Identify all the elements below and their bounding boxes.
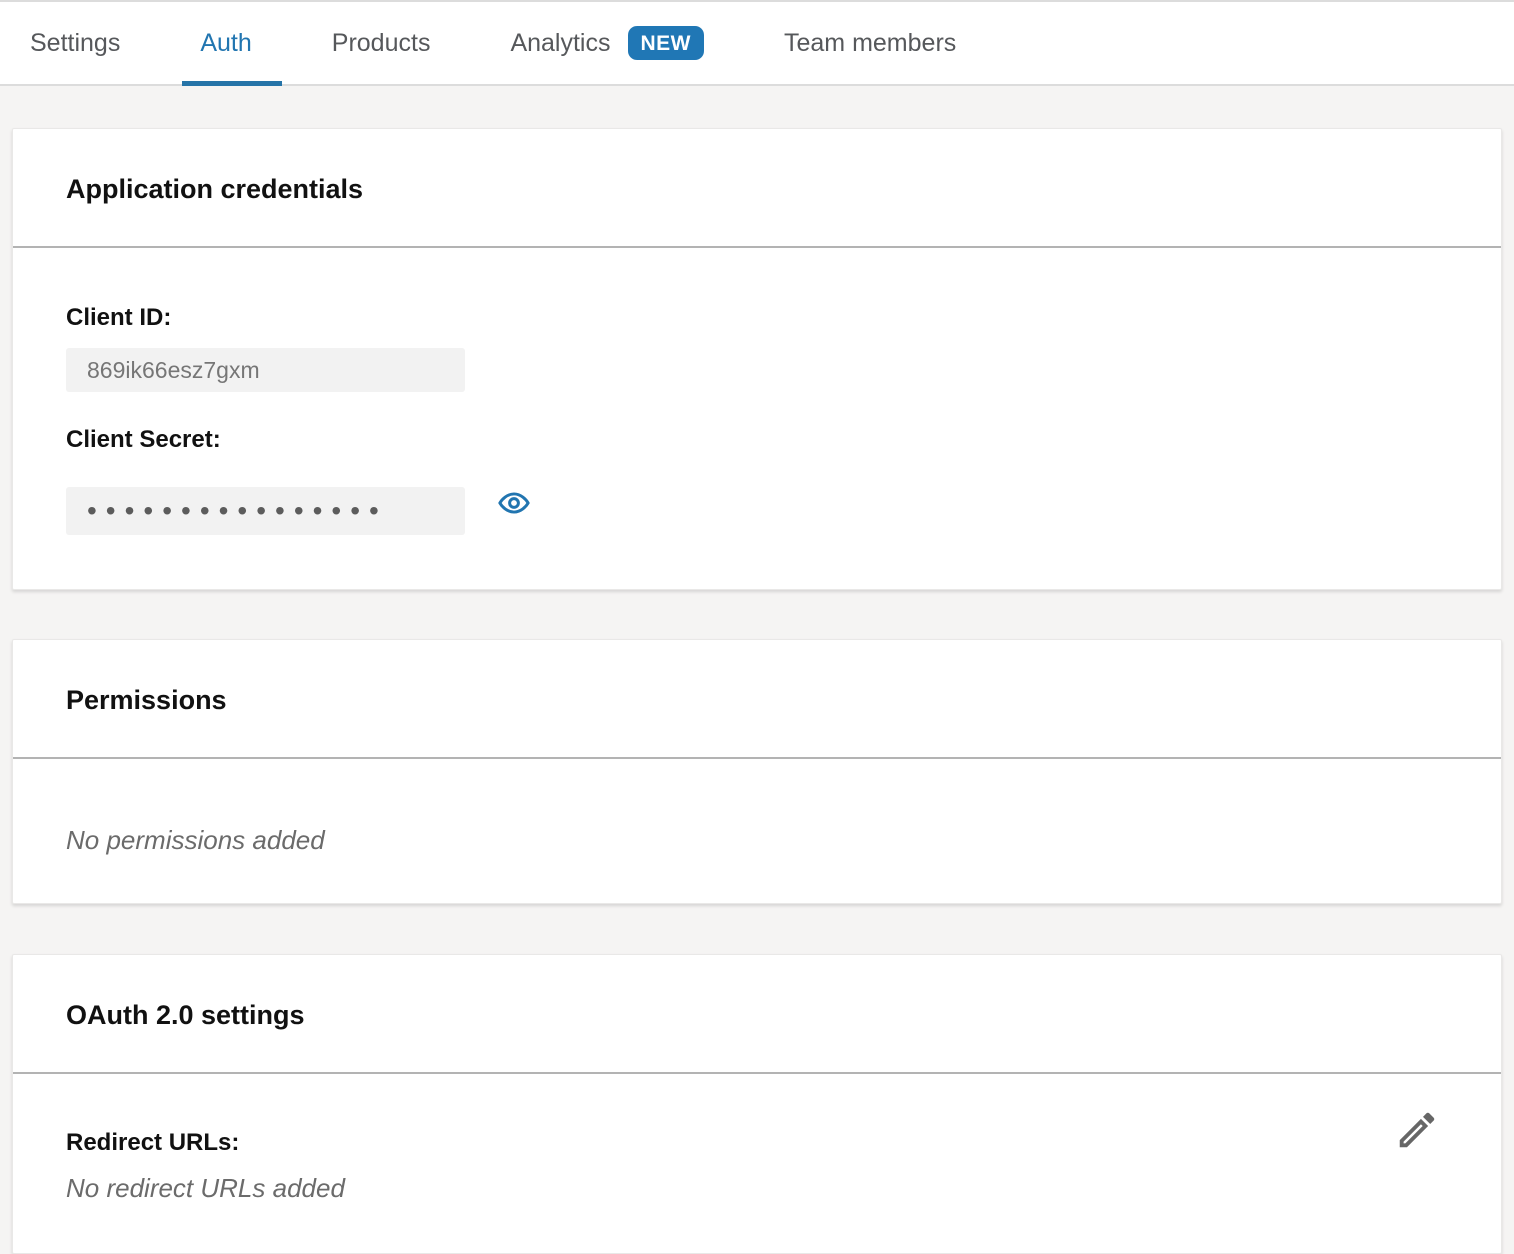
tab-analytics[interactable]: Analytics NEW — [510, 2, 704, 84]
tab-auth-label: Auth — [200, 29, 251, 58]
tab-team-members[interactable]: Team members — [784, 2, 956, 84]
new-badge: NEW — [628, 26, 705, 60]
permissions-title: Permissions — [13, 640, 1501, 759]
client-secret-field[interactable]: •••••••••••••••• — [66, 487, 465, 535]
permissions-empty-state: No permissions added — [66, 825, 1448, 855]
permissions-body: No permissions added — [13, 759, 1501, 903]
client-secret-row: •••••••••••••••• — [66, 471, 1448, 535]
tab-team-members-label: Team members — [784, 29, 956, 58]
edit-redirect-urls-button[interactable] — [1393, 1106, 1441, 1154]
oauth-settings-card: OAuth 2.0 settings Redirect URLs: No red… — [12, 954, 1502, 1254]
eye-icon — [497, 486, 531, 520]
redirect-urls-label: Redirect URLs: — [66, 1129, 1448, 1157]
client-id-label: Client ID: — [66, 304, 1448, 332]
tab-products-label: Products — [332, 29, 431, 58]
application-credentials-card: Application credentials Client ID: 869ik… — [12, 128, 1502, 590]
tab-bar: Settings Auth Products Analytics NEW Tea… — [0, 0, 1514, 86]
tab-settings[interactable]: Settings — [30, 2, 120, 84]
active-tab-underline — [182, 81, 281, 86]
oauth-settings-title: OAuth 2.0 settings — [13, 955, 1501, 1074]
permissions-card: Permissions No permissions added — [12, 639, 1502, 904]
application-credentials-title: Application credentials — [13, 129, 1501, 248]
oauth-settings-body: Redirect URLs: No redirect URLs added — [13, 1074, 1501, 1253]
client-id-field[interactable]: 869ik66esz7gxm — [66, 348, 465, 392]
tab-settings-label: Settings — [30, 29, 120, 58]
reveal-secret-button[interactable] — [497, 486, 531, 520]
tab-analytics-label: Analytics — [510, 29, 610, 58]
application-credentials-body: Client ID: 869ik66esz7gxm Client Secret:… — [13, 248, 1501, 589]
client-secret-label: Client Secret: — [66, 426, 1448, 454]
pencil-icon — [1394, 1107, 1440, 1153]
redirect-urls-empty-state: No redirect URLs added — [66, 1173, 1448, 1203]
tab-products[interactable]: Products — [332, 2, 431, 84]
tab-auth[interactable]: Auth — [200, 2, 251, 84]
